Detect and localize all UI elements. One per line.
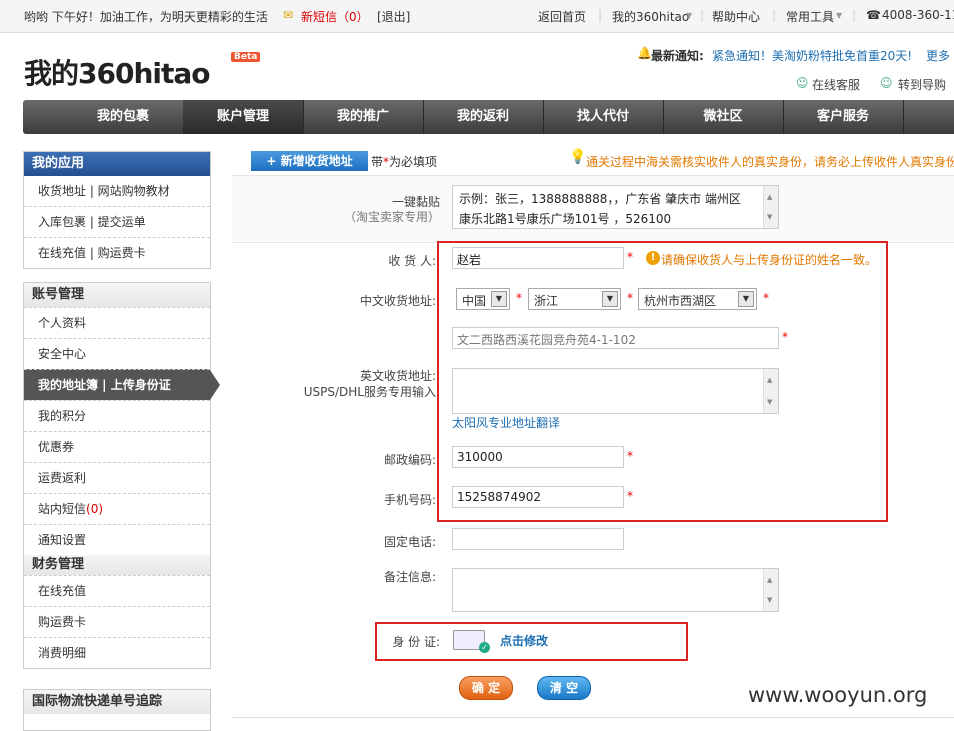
top-bar: 哟哟 下午好！加油工作，为明天更精彩的生活 ✉ 新短信（0） [退出] 返回首页… (0, 0, 954, 33)
cn-address-label: 中文收货地址: (359, 294, 436, 308)
phone-icon: ☎ (866, 8, 881, 22)
required-note-suffix: 为必填项 (389, 155, 438, 169)
watermark: www.wooyun.org (748, 683, 928, 707)
tracking-title: 国际物流快递单号追踪 (24, 690, 210, 714)
tracking-panel: 国际物流快递单号追踪 (23, 689, 211, 731)
mobile-label: 手机号码: (383, 493, 436, 507)
mail-icon: ✉ (283, 8, 294, 22)
sidebar-item-recharge[interactable]: 在线充值 | 购运费卡 (24, 237, 210, 268)
apps-panel: 我的应用 收货地址 | 网站购物教材 入库包裹 | 提交运单 在线充值 | 购运… (23, 151, 211, 269)
confirm-button[interactable]: 确 定 (459, 676, 513, 700)
divider (232, 717, 954, 718)
account-title: 账号管理 (24, 283, 210, 307)
inbox-count: (0) (86, 502, 104, 516)
add-address-button[interactable]: + 新增收货地址 (251, 151, 368, 171)
beta-badge: Beta (231, 52, 261, 62)
paste-line2: 康乐北路1号康乐广场101号 ，526100 (459, 212, 672, 226)
guide-link[interactable]: 转到导购 (898, 76, 946, 93)
notice-link[interactable]: 紧急通知！美淘奶粉特批免首重20天! (712, 47, 912, 64)
receiver-label: 收 货 人: (388, 254, 436, 268)
sidebar-item-address[interactable]: 收货地址 | 网站购物教材 (24, 176, 210, 206)
en-address-label: 英文收货地址: (359, 369, 436, 383)
clear-button[interactable]: 清 空 (537, 676, 591, 700)
nav-customer-service[interactable]: 客户服务 (783, 100, 904, 134)
sidebar-item-coupons[interactable]: 优惠券 (24, 431, 210, 462)
user-icon: ☺ (880, 76, 893, 90)
customs-notice: 通关过程中海关需核实收件人的真实身份，请务必上传收件人真实身份 (586, 155, 954, 169)
logout-link[interactable]: [退出] (377, 8, 410, 25)
required-note-prefix: 带 (371, 155, 384, 169)
sidebar-item-profile[interactable]: 个人资料 (24, 307, 210, 338)
en-address-sublabel: USPS/DHL服务专用输入 (303, 385, 436, 399)
chevron-down-icon: ▼ (836, 11, 843, 20)
sidebar-item-online-recharge[interactable]: 在线充值 (24, 575, 210, 606)
required-note: 带*为必填项 (371, 153, 437, 170)
more-link[interactable]: 更多 (926, 47, 950, 64)
my360-link[interactable]: 我的360hitao (612, 8, 689, 25)
sidebar-item-inbox[interactable]: 站内短信(0) (24, 493, 210, 524)
id-card-icon: ✓ (453, 630, 490, 653)
online-service-link[interactable]: 在线客服 (812, 76, 860, 93)
nav-rebate[interactable]: 我的返利 (423, 100, 544, 134)
nav-community[interactable]: 微社区 (663, 100, 784, 134)
scrollbar[interactable] (763, 186, 778, 228)
divider: | (598, 8, 603, 22)
divider: | (700, 8, 705, 22)
paste-line1: 示例：张三，1388888888，，广东省 肇庆市 端州区 (459, 192, 741, 206)
inbox-label: 站内短信 (38, 502, 87, 516)
phone-input[interactable] (452, 528, 624, 550)
scrollbar[interactable] (763, 569, 778, 611)
sidebar-item-shipping-rebate[interactable]: 运费返利 (24, 462, 210, 493)
divider: | (772, 8, 777, 22)
sidebar-item-packages[interactable]: 入库包裹 | 提交运单 (24, 206, 210, 237)
nav-my-packages[interactable]: 我的包裹 (63, 100, 184, 134)
paste-sublabel: （淘宝卖家专用） (343, 210, 440, 224)
chevron-down-icon: ▼ (686, 11, 693, 20)
greeting-text: 哟哟 下午好！加油工作，为明天更精彩的生活 (24, 10, 268, 24)
sidebar-item-spending[interactable]: 消费明细 (24, 637, 210, 668)
sidebar-item-security[interactable]: 安全中心 (24, 338, 210, 369)
remark-label: 备注信息: (383, 570, 436, 584)
phone-label: 固定电话: (383, 535, 436, 549)
nav-account[interactable]: 账户管理 (183, 100, 304, 134)
notice-label: 最新通知: (651, 49, 704, 63)
highlight-box-fields (437, 241, 888, 522)
finance-title: 财务管理 (24, 555, 210, 575)
hotline-text: 4008-360-11 (882, 8, 954, 22)
divider: | (852, 8, 857, 22)
sidebar-item-address-book[interactable]: 我的地址簿 | 上传身份证 (24, 369, 210, 400)
apps-title: 我的应用 (24, 152, 210, 176)
remark-textarea[interactable] (452, 568, 779, 612)
main-nav: 我的包裹 账户管理 我的推广 我的返利 找人代付 微社区 客户服务 (23, 100, 954, 134)
sidebar-item-buy-card[interactable]: 购运费卡 (24, 606, 210, 637)
id-label: 身 份 证: (392, 635, 440, 649)
user-icon: ☺ (796, 76, 809, 90)
site-logo[interactable]: 我的360hitao (24, 52, 210, 92)
sidebar-item-notify[interactable]: 通知设置 (24, 524, 210, 555)
sidebar-item-points[interactable]: 我的积分 (24, 400, 210, 431)
id-modify-link[interactable]: 点击修改 (500, 632, 548, 649)
new-message-link[interactable]: 新短信（0） (301, 8, 369, 25)
bell-icon: 🔔 (637, 46, 652, 60)
home-link[interactable]: 返回首页 (538, 8, 586, 25)
help-link[interactable]: 帮助中心 (712, 8, 760, 25)
account-panel: 账号管理 个人资料 安全中心 我的地址簿 | 上传身份证 我的积分 优惠券 运费… (23, 282, 211, 669)
active-arrow (210, 370, 220, 400)
tools-link[interactable]: 常用工具 (786, 8, 834, 25)
zip-label: 邮政编码: (383, 453, 436, 467)
nav-promotion[interactable]: 我的推广 (303, 100, 424, 134)
paste-textarea[interactable]: 示例：张三，1388888888，，广东省 肇庆市 端州区 康乐北路1号康乐广场… (452, 185, 779, 229)
nav-pay-for-me[interactable]: 找人代付 (543, 100, 664, 134)
lightbulb-icon: 💡 (569, 149, 587, 165)
